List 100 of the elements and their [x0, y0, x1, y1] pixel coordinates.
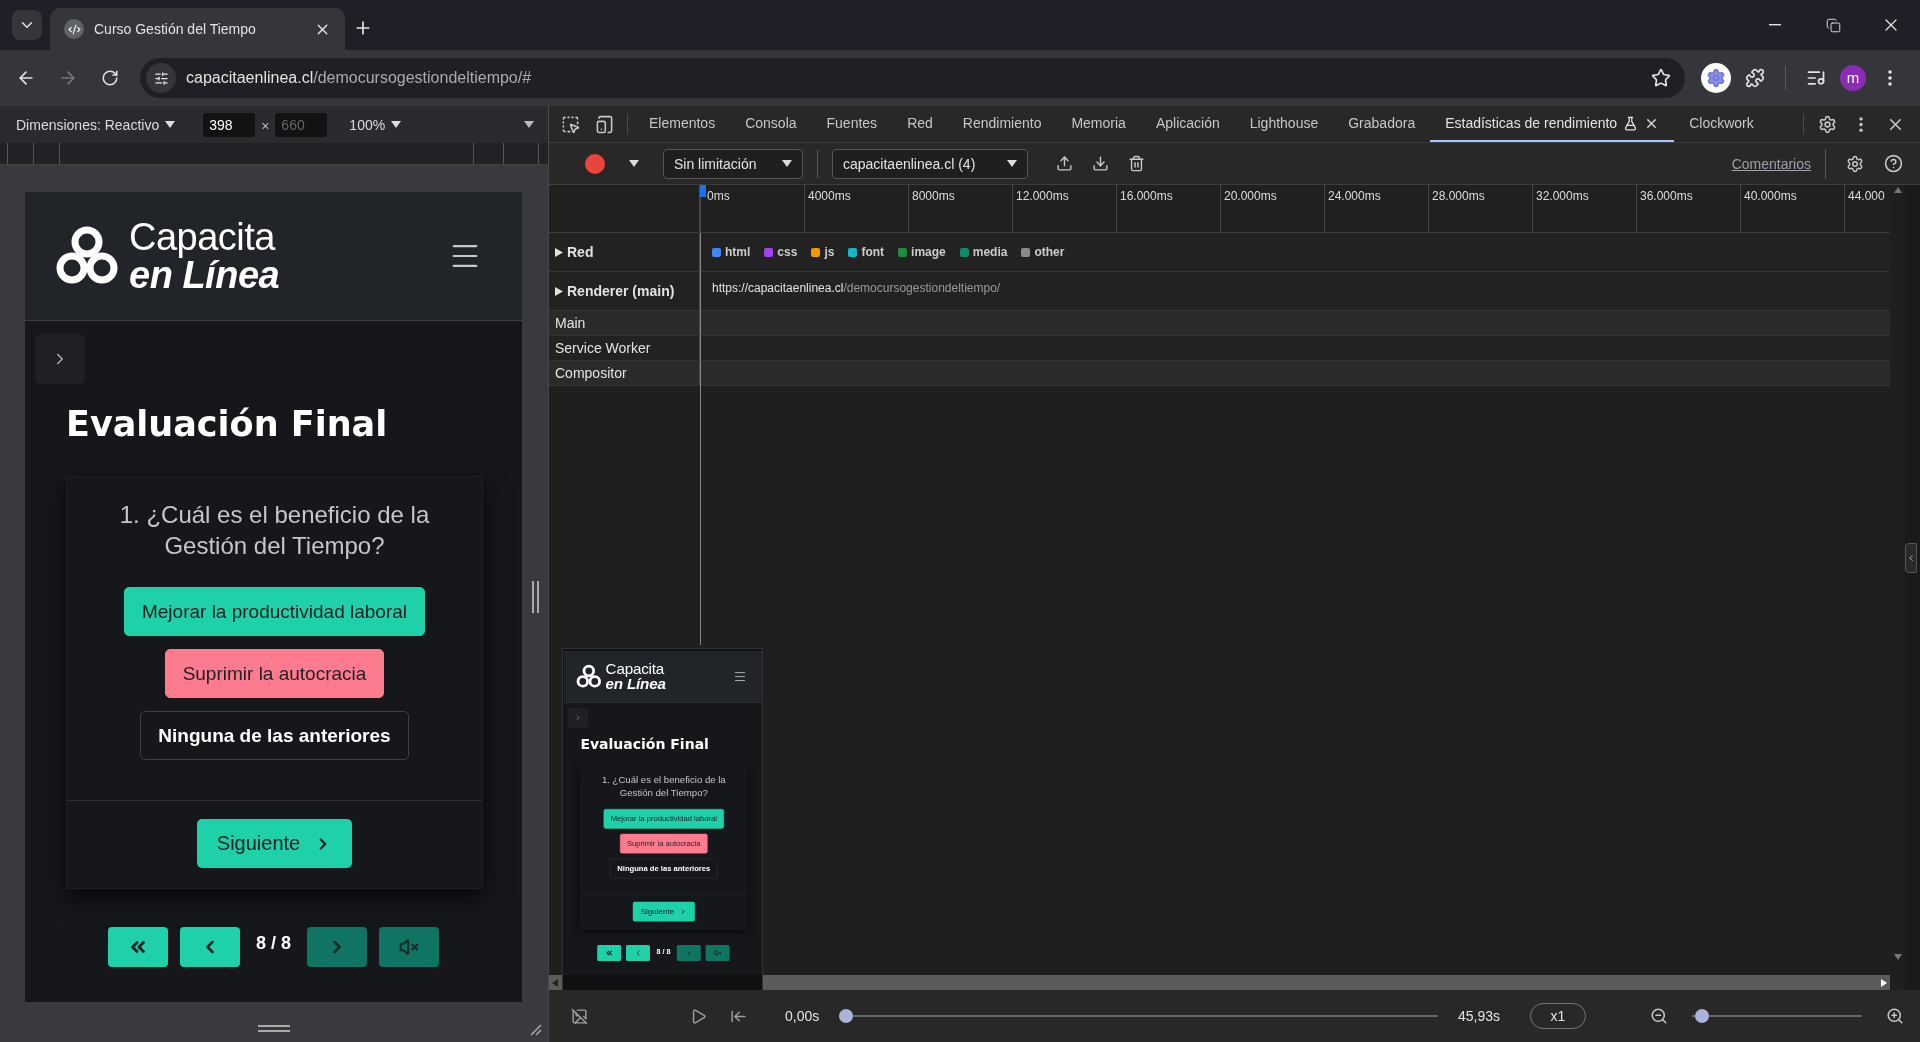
expand-arrow-icon[interactable]: [555, 286, 563, 296]
answer-option[interactable]: Ninguna de las anteriores: [140, 711, 409, 760]
time-tick-label: 40.000ms: [1744, 189, 1797, 203]
answer-option[interactable]: Mejorar la productividad laboral: [123, 587, 426, 636]
zoom-in-icon: [1886, 1007, 1904, 1025]
site-settings-button[interactable]: [146, 63, 176, 93]
devtools-tab[interactable]: Grabadora: [1333, 106, 1431, 142]
devices-icon: [594, 114, 614, 134]
tab-title: Curso Gestión del Tiempo: [94, 21, 257, 37]
logo-text: en Línea: [605, 676, 666, 692]
minimize-icon: [1769, 24, 1781, 26]
legend-label: font: [861, 245, 885, 259]
legend-label: other: [1034, 245, 1065, 259]
devtools-tab[interactable]: Elementos: [634, 106, 731, 142]
more-options-caret-icon: [524, 121, 534, 128]
caret-icon: [782, 160, 792, 167]
more-icon: [1888, 70, 1892, 86]
previous-button[interactable]: [180, 927, 240, 967]
track-label[interactable]: Service Worker: [555, 340, 651, 356]
puzzle-icon: [1745, 68, 1765, 88]
throttling-dropdown[interactable]: Sin limitación: [663, 148, 803, 179]
music-list-icon: [1806, 68, 1826, 88]
caret-icon: [165, 121, 176, 128]
scroll-right-icon[interactable]: [1881, 978, 1887, 987]
more-icon: [1859, 116, 1863, 132]
time-tick-label: 28.000ms: [1432, 189, 1485, 203]
page-url: https://capacitaenlinea.cl/democursogestiondeltiempo/: [712, 281, 1001, 295]
flask-icon: [1623, 115, 1639, 131]
target-dropdown[interactable]: capacitaenlinea.cl (4): [832, 148, 1028, 179]
sidebar-toggle-button[interactable]: [35, 334, 85, 384]
gear-icon: [1706, 68, 1726, 88]
logo-text: Capacita: [129, 218, 277, 256]
star-icon[interactable]: [1651, 68, 1671, 88]
logo-icon: [576, 663, 602, 690]
time-tick-label: 20.000ms: [1224, 189, 1277, 203]
scroll-down-icon[interactable]: [1893, 954, 1902, 960]
start-time: 0,00s: [785, 1008, 820, 1024]
zoom-dropdown[interactable]: 100%: [349, 116, 402, 133]
track-label[interactable]: Renderer (main): [567, 283, 675, 299]
devtools-tab[interactable]: Rendimiento: [947, 106, 1057, 142]
tab-search-button[interactable]: [12, 10, 42, 40]
page-counter: 8 / 8: [255, 932, 292, 954]
caret-icon: [391, 121, 402, 128]
devtools-tab[interactable]: Aplicación: [1140, 106, 1235, 142]
legend-label: js: [824, 245, 835, 259]
devtools-tab[interactable]: Fuentes: [811, 106, 893, 142]
legend-label: image: [911, 245, 946, 259]
profile-avatar[interactable]: m: [1840, 65, 1866, 91]
time-tick-label: 8000ms: [912, 189, 955, 203]
caret-icon: [629, 160, 639, 167]
upload-icon: [1055, 155, 1073, 172]
extension-button[interactable]: [1701, 63, 1731, 93]
time-tick-label: 0ms: [707, 189, 730, 203]
time-tick-label: 44.000: [1848, 189, 1885, 203]
sliders-icon: [153, 70, 169, 86]
time-tick-label: 24.000ms: [1328, 189, 1381, 203]
time-marker[interactable]: [700, 185, 706, 197]
zoom-thumb[interactable]: [1695, 1009, 1710, 1023]
resize-corner-icon[interactable]: [528, 1022, 542, 1036]
help-icon: [1883, 154, 1903, 173]
next-button[interactable]: Siguiente: [196, 819, 353, 868]
seek-thumb[interactable]: [839, 1009, 854, 1023]
download-icon: [1091, 155, 1109, 172]
sidebar-toggle-button[interactable]: [568, 707, 588, 728]
scroll-up-icon[interactable]: [1893, 187, 1902, 193]
legend-label: media: [972, 245, 1008, 259]
url-text: capacitaenlinea.cl/democursogestiondeltiempo/#: [186, 69, 533, 87]
devtools-tab[interactable]: Memoria: [1056, 106, 1141, 142]
track-label[interactable]: Compositor: [555, 365, 627, 381]
answer-option[interactable]: Suprimir la autocracia: [164, 649, 385, 698]
record-button[interactable]: [585, 153, 605, 174]
time-tick-label: 4000ms: [808, 189, 851, 203]
next-button[interactable]: Siguiente: [632, 901, 695, 922]
settings-icon: [1817, 114, 1837, 134]
feedback-link[interactable]: Comentarios: [1731, 155, 1811, 172]
inspect-icon: [560, 114, 580, 134]
track-label[interactable]: Main: [555, 315, 586, 331]
caret-icon: [1007, 160, 1017, 167]
devtools-tab[interactable]: Clockwork: [1674, 106, 1769, 142]
page-heading: Evaluación Final: [580, 735, 709, 752]
devtools-tab[interactable]: Consola: [730, 106, 812, 142]
time-tick-label: 16.000ms: [1120, 189, 1173, 203]
zoom-out-icon: [1650, 1007, 1668, 1025]
dimensions-dropdown[interactable]: Dimensiones: Reactivo: [16, 116, 176, 133]
expand-arrow-icon[interactable]: [555, 247, 563, 257]
devtools-tab[interactable]: Red: [892, 106, 948, 142]
width-field[interactable]: 398: [203, 112, 256, 137]
track-label[interactable]: Red: [567, 244, 594, 260]
legend-label: html: [725, 245, 751, 259]
end-time: 45,93s: [1457, 1008, 1500, 1024]
resize-handle[interactable]: [531, 581, 539, 613]
address-bar[interactable]: capacitaenlinea.cl/democursogestiondeltiempo/#: [140, 58, 1685, 98]
reload-icon: [101, 69, 119, 87]
image-off-icon: [570, 1007, 588, 1025]
first-page-button[interactable]: [597, 945, 622, 961]
browser-tab[interactable]: Curso Gestión del Tiempo: [50, 8, 345, 50]
devtools-tab[interactable]: Lighthouse: [1234, 106, 1334, 142]
resize-handle[interactable]: [257, 1025, 290, 1032]
first-page-button[interactable]: [108, 927, 168, 967]
legend-label: css: [777, 245, 798, 259]
